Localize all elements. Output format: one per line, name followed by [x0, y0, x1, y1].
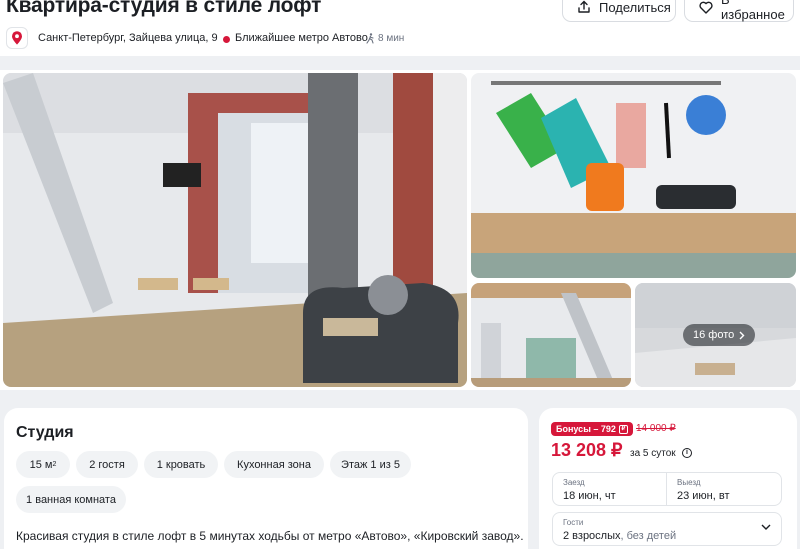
share-button[interactable]: Поделиться — [562, 0, 676, 22]
map-pin-logo — [6, 27, 28, 49]
guests-children: , без детей — [620, 530, 677, 542]
bonus-badge: Бонусы – 792 ₽ — [551, 422, 633, 436]
current-price: 13 208 ₽ — [551, 440, 623, 460]
room-type-heading: Студия — [16, 424, 74, 441]
room-description: Красивая студия в стиле лофт в 5 минутах… — [16, 529, 524, 543]
bonus-label: Бонусы – 792 — [556, 424, 616, 434]
room-info-card — [4, 408, 528, 549]
more-photos-label: 16 фото — [693, 329, 735, 341]
feature-floor: Этаж 1 из 5 — [330, 451, 411, 478]
guests-value: 2 взрослых, без детей — [563, 530, 676, 542]
page-title: Квартира-студия в стиле лофт — [6, 0, 322, 17]
feature-beds: 1 кровать — [144, 451, 218, 478]
favorite-label: В избранное — [721, 0, 785, 22]
map-pin-icon — [12, 31, 22, 45]
address: Санкт-Петербург, Зайцева улица, 9 — [38, 32, 218, 44]
photo-main-room[interactable] — [3, 73, 467, 387]
guests-label: Гости — [563, 518, 584, 527]
chevron-down-icon — [761, 524, 771, 530]
checkin-field[interactable]: Заезд 18 июн, чт — [552, 472, 667, 506]
checkin-label: Заезд — [563, 478, 585, 487]
old-price: 14 000 ₽ — [636, 423, 676, 434]
walk-icon — [366, 33, 374, 44]
metro-station: Ближайшее метро Автово — [235, 32, 368, 44]
feature-kitchen: Кухонная зона — [224, 451, 324, 478]
checkin-value: 18 июн, чт — [563, 490, 616, 502]
feature-area: 15 м2 — [16, 451, 70, 478]
guests-selector[interactable]: Гости 2 взрослых, без детей — [552, 512, 782, 546]
photo-loft[interactable] — [471, 283, 631, 387]
checkout-value: 23 июн, вт — [677, 490, 730, 502]
feature-guests: 2 гостя — [76, 451, 138, 478]
heart-icon — [699, 1, 713, 14]
walk-time: 8 мин — [378, 33, 405, 44]
share-label: Поделиться — [599, 0, 671, 15]
checkout-label: Выезд — [677, 478, 701, 487]
feature-bathroom: 1 ванная комната — [16, 486, 126, 513]
chevron-right-icon — [739, 331, 745, 339]
share-icon — [578, 0, 590, 13]
stay-period: за 5 суток — [630, 448, 676, 459]
favorite-button[interactable]: В избранное — [684, 0, 794, 22]
feature-area-value: 15 м — [29, 458, 53, 471]
guests-adults: 2 взрослых — [563, 530, 621, 542]
more-photos-button[interactable]: 16 фото — [683, 324, 756, 346]
checkout-field[interactable]: Выезд 23 июн, вт — [666, 472, 782, 506]
metro-dot-icon — [223, 36, 230, 43]
info-icon[interactable]: i — [682, 448, 692, 458]
photo-kitchen[interactable] — [471, 73, 796, 278]
bonus-coin-icon: ₽ — [618, 424, 628, 434]
area-unit-superscript: 2 — [52, 461, 57, 468]
